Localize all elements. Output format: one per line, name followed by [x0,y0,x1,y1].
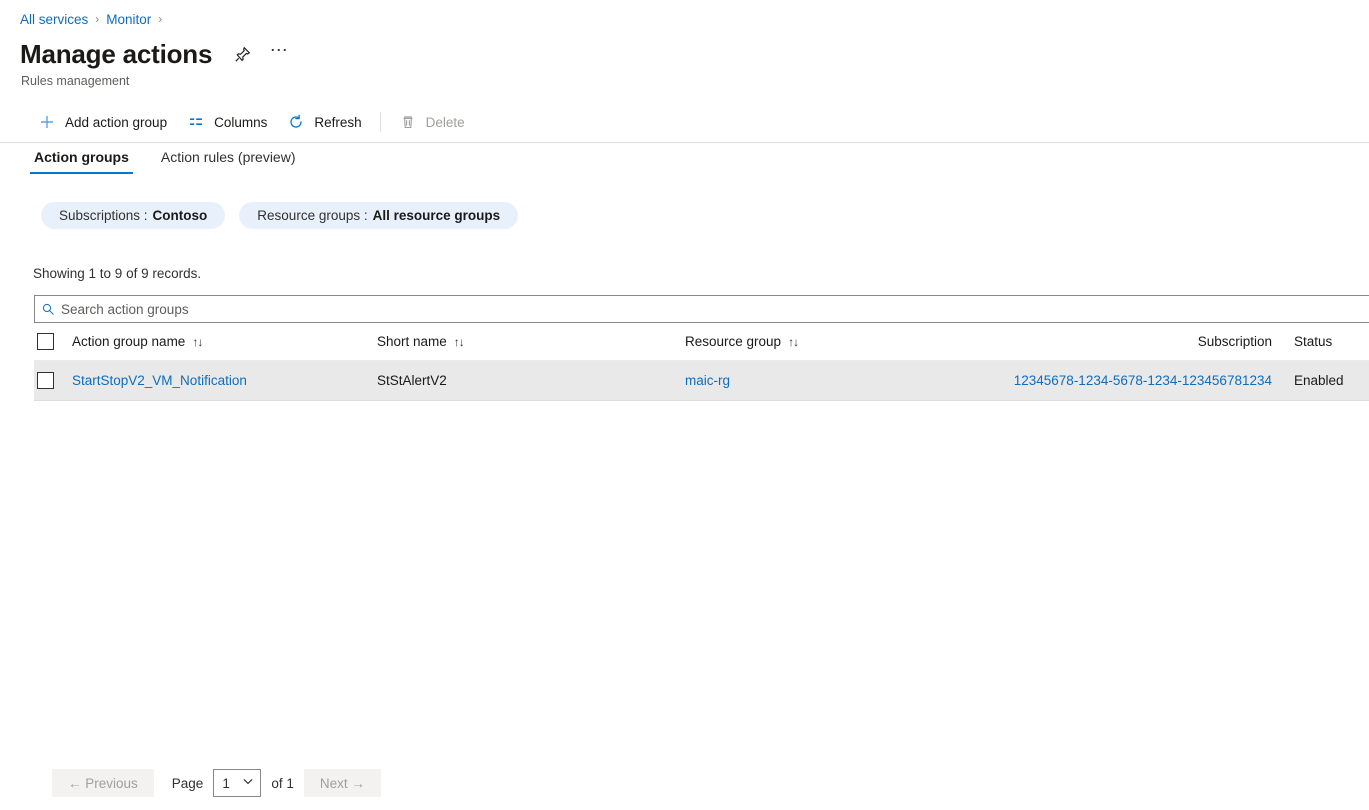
column-header-short-name-label: Short name [377,334,447,349]
row-select-cell [34,372,72,389]
sort-icon[interactable]: ↑↓ [454,336,464,348]
page-number-value: 1 [214,776,230,791]
add-action-group-button[interactable]: Add action group [30,107,175,137]
column-header-action-group-name[interactable]: Action group name ↑↓ [72,334,377,349]
tab-action-groups[interactable]: Action groups [30,149,133,174]
delete-label: Delete [426,115,465,130]
cell-subscription: 12345678-1234-5678-1234-123456781234 [989,373,1294,388]
resource-group-link[interactable]: maic-rg [685,373,730,388]
table-row[interactable]: StartStopV2_VM_Notification StStAlertV2 … [34,361,1369,401]
select-all-checkbox[interactable] [37,333,54,350]
column-header-action-group-name-label: Action group name [72,334,185,349]
page-subtitle: Rules management [21,74,129,88]
refresh-button[interactable]: Refresh [279,107,369,137]
tab-list: Action groups Action rules (preview) [30,149,324,174]
tab-action-rules[interactable]: Action rules (preview) [157,149,300,174]
add-action-group-label: Add action group [65,115,167,130]
plus-icon [38,113,56,131]
breadcrumb-item-monitor[interactable]: Monitor [106,12,151,27]
columns-button[interactable]: Columns [179,107,275,137]
pagination: ← Previous Page 1 of 1 Next → [52,769,381,797]
column-header-short-name[interactable]: Short name ↑↓ [377,334,685,349]
cell-short-name: StStAlertV2 [377,373,685,388]
cell-resource-group: maic-rg [685,373,989,388]
table-header-row: Action group name ↑↓ Short name ↑↓ Resou… [34,323,1369,361]
search-box[interactable] [34,295,1369,323]
page-header: Manage actions ⋯ [20,36,293,72]
action-groups-table: Action group name ↑↓ Short name ↑↓ Resou… [34,323,1369,401]
status-badge: Enabled [1294,373,1369,388]
ellipsis-icon[interactable]: ⋯ [265,36,293,72]
chevron-right-icon: › [95,13,99,25]
sort-icon[interactable]: ↑↓ [192,336,202,348]
page-title: Manage actions [20,37,212,71]
command-bar-divider [0,142,1369,143]
refresh-label: Refresh [314,115,361,130]
search-icon [35,302,61,316]
refresh-icon [287,113,305,131]
toolbar-divider [380,112,381,132]
column-header-resource-group[interactable]: Resource group ↑↓ [685,334,989,349]
filter-pill-subscriptions-value: Contoso [153,208,208,223]
filter-pill-resource-groups-key: Resource groups : [257,208,367,223]
command-bar: Add action group Columns Refresh [0,104,1369,140]
column-header-resource-group-label: Resource group [685,334,781,349]
subscription-link[interactable]: 12345678-1234-5678-1234-123456781234 [1014,373,1272,388]
filter-pill-subscriptions[interactable]: Subscriptions : Contoso [41,202,225,229]
columns-label: Columns [214,115,267,130]
row-checkbox[interactable] [37,372,54,389]
delete-button[interactable]: Delete [391,107,473,137]
records-count-text: Showing 1 to 9 of 9 records. [33,266,201,281]
column-header-subscription-label: Subscription [1198,334,1272,349]
chevron-down-icon [242,776,254,791]
filter-pill-resource-groups[interactable]: Resource groups : All resource groups [239,202,518,229]
columns-icon [187,113,205,131]
filter-bar: Subscriptions : Contoso Resource groups … [41,202,532,229]
cell-action-group-name: StartStopV2_VM_Notification [72,373,377,388]
trash-icon [399,113,417,131]
chevron-right-icon: › [158,13,162,25]
page-number-select[interactable]: 1 [213,769,261,797]
column-header-subscription[interactable]: Subscription [989,334,1294,349]
sort-icon[interactable]: ↑↓ [788,336,798,348]
column-header-status-label: Status [1294,334,1332,349]
filter-pill-subscriptions-key: Subscriptions : [59,208,148,223]
breadcrumb: All services › Monitor › [20,9,169,29]
action-group-name-link[interactable]: StartStopV2_VM_Notification [72,373,247,388]
page-total-label: of 1 [271,776,294,791]
page-label: Page [172,776,204,791]
next-page-button[interactable]: Next → [304,769,381,797]
filter-pill-resource-groups-value: All resource groups [373,208,501,223]
previous-page-button[interactable]: ← Previous [52,769,154,797]
select-all-cell [34,333,72,350]
breadcrumb-item-all-services[interactable]: All services [20,12,88,27]
column-header-status[interactable]: Status [1294,334,1369,349]
search-input[interactable] [61,302,1369,317]
pin-icon[interactable] [228,40,256,68]
